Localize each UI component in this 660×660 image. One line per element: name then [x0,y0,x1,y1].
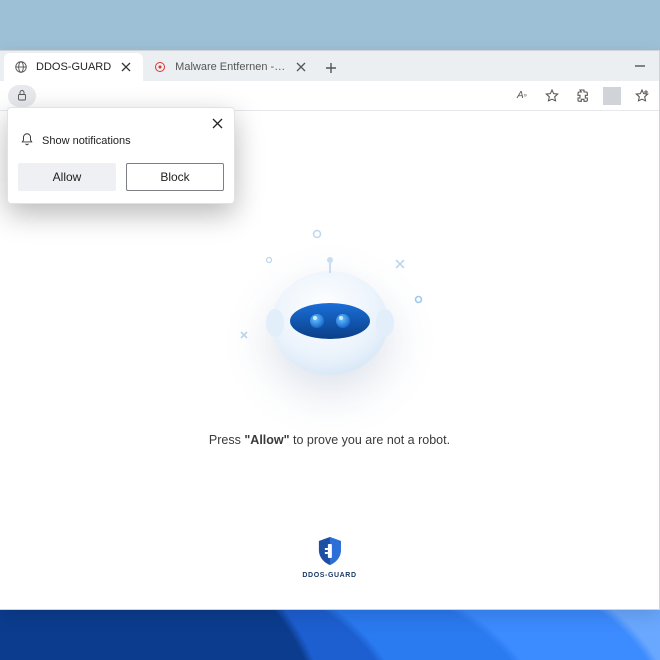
footer-brand-text: DDOS-GUARD [302,572,356,579]
close-icon[interactable] [208,114,226,132]
window-minimize-button[interactable] [627,55,653,77]
caption-bold: "Allow" [244,433,289,447]
sparkle-icon [312,226,322,244]
favorite-icon[interactable] [543,87,561,105]
target-icon [153,60,167,74]
caption-pre: Press [209,433,244,447]
tab-ddos-guard[interactable]: DDOS-GUARD [4,53,143,81]
bell-icon [20,132,34,149]
lock-icon [16,89,28,102]
titlebar: DDOS-GUARD Malware Entfernen - Kostenlos… [0,51,659,81]
collections-icon[interactable] [633,87,651,105]
site-info-button[interactable] [8,85,36,107]
globe-icon [14,60,28,74]
desktop: DDOS-GUARD Malware Entfernen - Kostenlos… [0,0,660,660]
sparkle-icon [414,291,423,309]
tab-label: DDOS-GUARD [36,61,111,73]
caption-post: to prove you are not a robot. [290,433,451,447]
tab-malware-entfernen[interactable]: Malware Entfernen - Kostenlose A [143,53,318,81]
read-aloud-icon[interactable]: A» [513,87,531,105]
url-input[interactable] [44,85,505,107]
notification-title: Show notifications [42,135,131,147]
allow-button[interactable]: Allow [18,163,116,191]
toolbar-separator [603,87,621,105]
captcha-instruction: Press "Allow" to prove you are not a rob… [209,433,450,447]
footer-brand: DDOS-GUARD [302,536,356,579]
extensions-icon[interactable] [573,87,591,105]
shield-icon [316,536,342,566]
new-tab-button[interactable] [318,55,344,81]
sparkle-icon [240,326,248,344]
notification-permission-popup: Show notifications Allow Block [7,107,235,204]
tab-label: Malware Entfernen - Kostenlose A [175,61,286,73]
block-button[interactable]: Block [126,163,224,191]
close-icon[interactable] [119,60,133,74]
close-icon[interactable] [294,60,308,74]
robot-illustration [255,251,405,396]
